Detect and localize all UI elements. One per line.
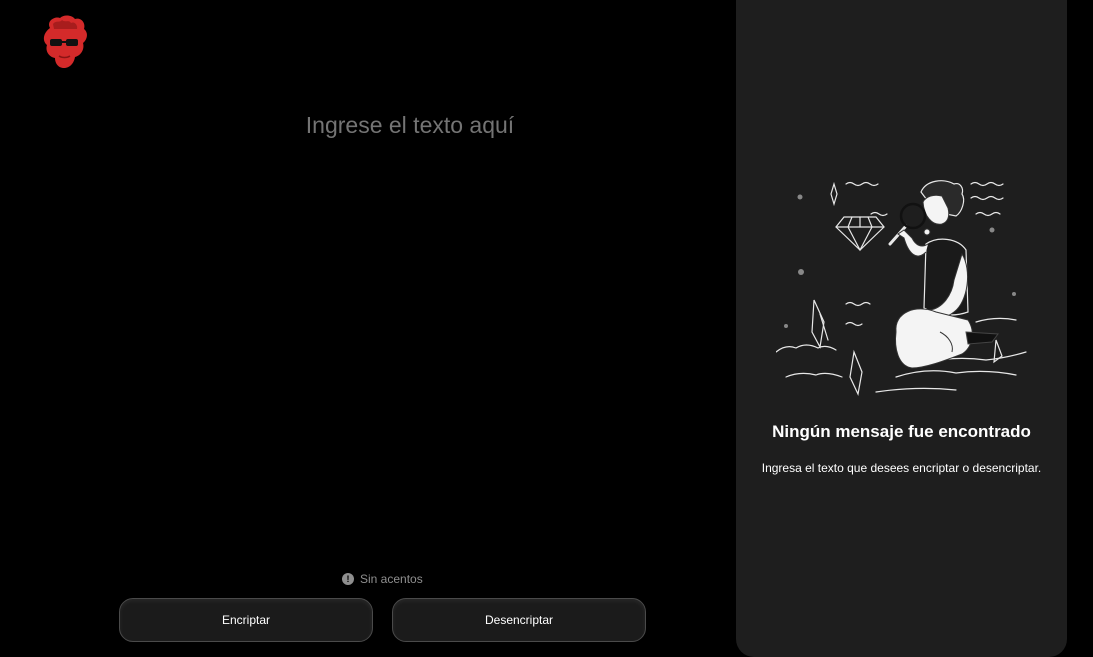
logo-icon — [43, 15, 87, 68]
message-input[interactable] — [150, 100, 670, 540]
decrypt-button[interactable]: Desencriptar — [392, 598, 646, 642]
search-illustration-icon — [776, 180, 1027, 396]
empty-state-title: Ningún mensaje fue encontrado — [772, 422, 1031, 441]
app-page: ! Sin acentos Encriptar Desencriptar — [0, 0, 1093, 657]
encrypt-button[interactable]: Encriptar — [119, 598, 373, 642]
accent-hint: ! Sin acentos — [342, 571, 423, 587]
result-panel: Ningún mensaje fue encontrado Ingresa el… — [736, 0, 1067, 657]
empty-state-description: Ingresa el texto que desees encriptar o … — [761, 461, 1042, 475]
hint-text: Sin acentos — [360, 572, 423, 586]
info-icon: ! — [342, 573, 354, 585]
